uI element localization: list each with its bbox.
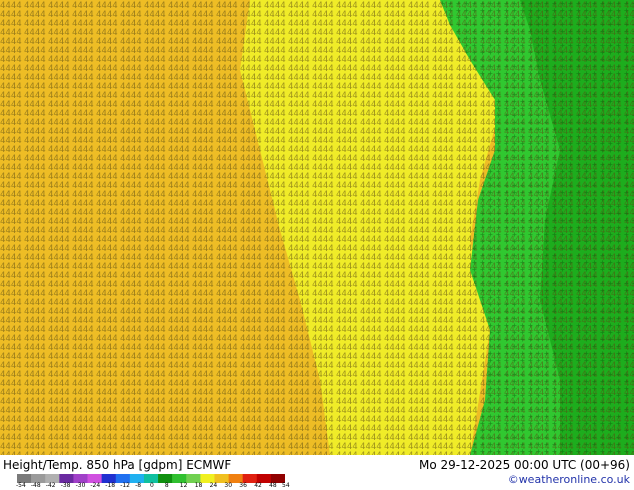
colorbar-tick-label: 48 (269, 482, 277, 489)
colorbar-tick-label: -38 (60, 482, 71, 489)
colorbar-tick-label: -8 (135, 482, 142, 489)
colorbar-tick-label: 24 (209, 482, 218, 489)
colorbar-tick-label: 42 (254, 482, 262, 489)
colorbar-tick-label: -24 (90, 482, 101, 489)
colorbar-tick-label: 30 (224, 482, 233, 489)
colorbar-tick-label: 8 (164, 482, 169, 489)
weather-map: 4444 + (0, 0, 634, 455)
colorbar-tick-label: -48 (30, 482, 41, 489)
valid-time: Mo 29-12-2025 00:00 UTC (00+96) (418, 458, 630, 472)
map-canvas: 4444 + (0, 0, 634, 455)
colorbar-tick-label: -18 (105, 482, 116, 489)
colorbar-tick-label: -30 (75, 482, 86, 489)
colorbar-tick-label: -12 (120, 482, 130, 489)
colorbar-tick-label: 18 (194, 482, 203, 489)
colorbar-tick-label: 36 (239, 482, 247, 489)
colorbar-tick-label: 12 (179, 482, 188, 489)
colorbar-tick-label: 54 (282, 482, 290, 489)
colorbar-tick-label: -54 (16, 482, 26, 489)
colorbar-tick-label: 0 (150, 482, 154, 489)
map-title: Height/Temp. 850 hPa [gdpm] ECMWF (3, 458, 232, 472)
colorbar-ticks: -54 -48 -42 -38 -30 -24 -18 -12 -8 0 8 12 18 24 30 36 42… (16, 483, 296, 490)
colorbar-tick-label: -42 (45, 482, 56, 489)
credit-link[interactable]: ©weatheronline.co.uk (508, 473, 630, 486)
map-footer: Height/Temp. 850 hPa [gdpm] ECMWF Mo 29-… (0, 455, 634, 490)
